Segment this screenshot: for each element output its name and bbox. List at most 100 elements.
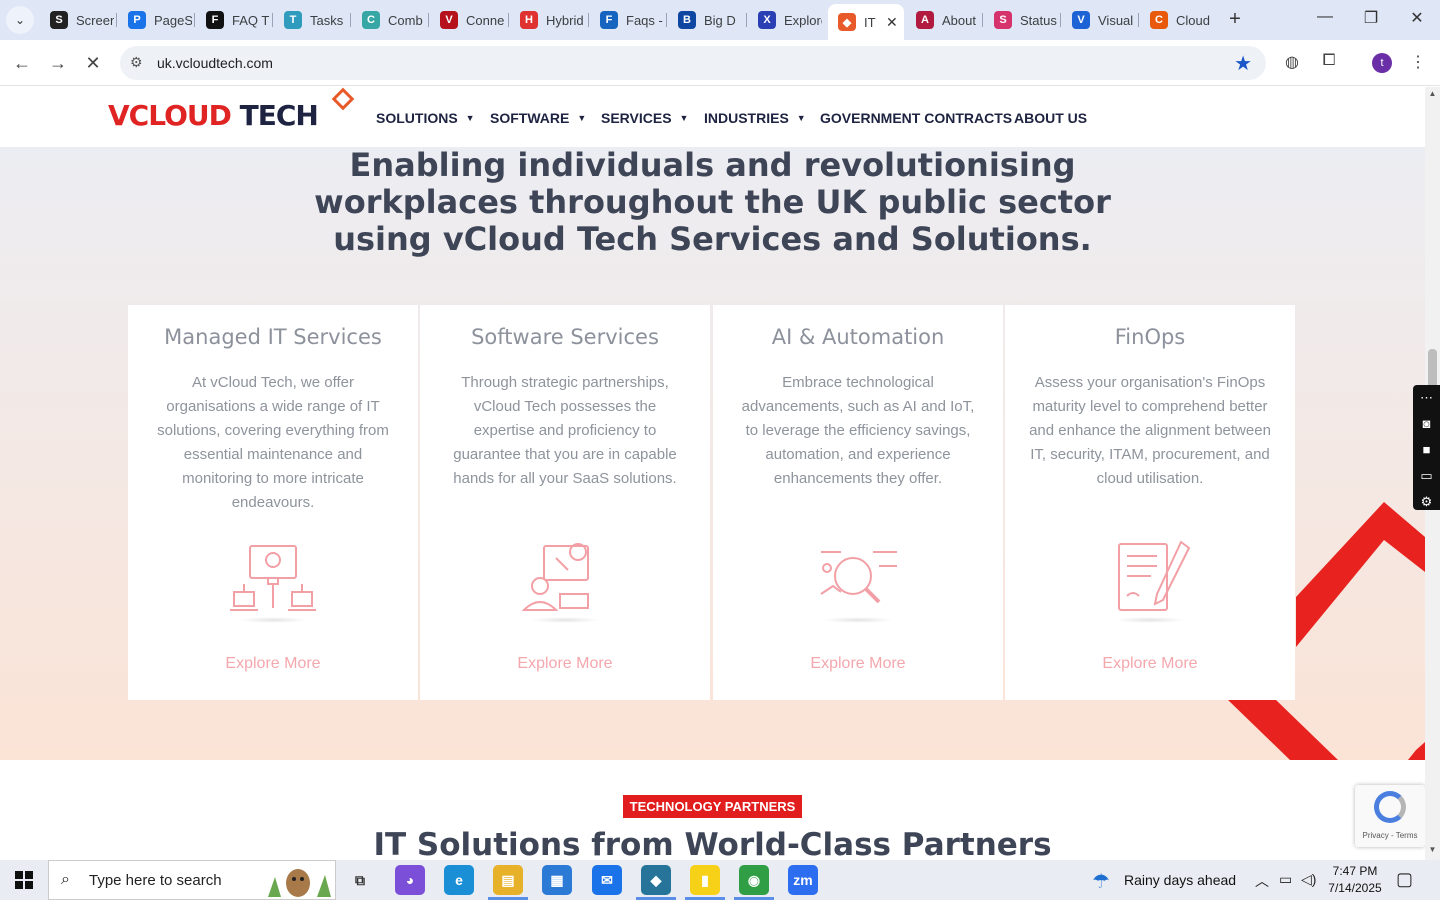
tab-search-chevron-icon[interactable]: ⌄ [6,6,34,34]
site-info-icon[interactable]: ⚙ [130,54,143,71]
browser-tab[interactable]: T Tasks [274,4,350,36]
tab-separator [982,13,983,27]
card-description: Embrace technological advancements, such… [741,374,975,487]
app-diamond-icon[interactable]: ◆ [641,865,671,895]
file-explorer-icon[interactable]: ▤ [493,865,523,895]
nav-item-government-contracts[interactable]: GOVERNMENT CONTRACTS [820,110,1012,126]
nav-item-about-us[interactable]: ABOUT US [1014,110,1087,126]
tab-separator [116,13,117,27]
browser-tab[interactable]: F FAQ T [196,4,272,36]
nav-item-industries[interactable]: INDUSTRIES ▼ [704,110,806,126]
browser-tab[interactable]: V Connect [430,4,506,36]
card-title: AI & Automation [771,325,945,349]
hero-section: Enabling individuals and revolutionising… [0,147,1425,760]
mail-icon[interactable]: ✉ [592,865,622,895]
menu-kebab-icon[interactable]: ⋮ [1407,52,1429,74]
card-icon-shadow [1115,617,1185,623]
explore-more-link[interactable]: Explore More [128,655,418,673]
tab-title: Explore [784,12,822,28]
tab-title: Connect [466,12,504,28]
browser-tab[interactable]: X Explore [748,4,824,36]
close-window-icon[interactable]: ✕ [1394,8,1440,28]
nav-item-label: GOVERNMENT CONTRACTS [820,110,1013,126]
task-view-icon[interactable]: ⧉ [345,865,375,895]
camera-icon[interactable]: ◙ [1413,411,1440,437]
edge-icon[interactable]: e [444,865,474,895]
browser-tab[interactable]: H Hybrid [510,4,586,36]
forward-arrow-icon[interactable]: → [45,50,71,76]
vcloud-tech-logo[interactable]: VCLOUD TECH [108,99,319,132]
browser-tab[interactable]: ◆ IT ✕ [828,4,904,40]
nav-item-services[interactable]: SERVICES ▼ [601,110,688,126]
card-title: Managed IT Services [164,325,382,349]
back-arrow-icon[interactable]: ← [9,50,35,76]
volume-icon[interactable]: ◁) [1301,871,1316,888]
explore-more-link[interactable]: Explore More [1005,655,1295,673]
taskbar-search-box[interactable]: ⌕ Type here to search [48,860,336,900]
scroll-down-arrow-icon[interactable]: ▼ [1425,845,1440,854]
tab-separator [746,13,747,27]
maximize-icon[interactable]: ❐ [1348,8,1394,28]
tab-title: Faqs - [626,12,663,28]
translate-globe-icon[interactable]: ◍ [1281,52,1303,74]
hybrid-icon: H [520,11,538,29]
weather-umbrella-icon[interactable]: ☂ [1092,869,1110,894]
new-tab-button[interactable]: + [1224,8,1246,31]
tab-title: Hybrid [546,12,584,28]
browser-tab-strip: ⌄ S Screen P PageSpeed F FAQ T T Tasks C Comb V Con… [0,0,1440,40]
browser-tab[interactable]: A About [906,4,982,36]
nav-item-software[interactable]: SOFTWARE ▼ [490,110,586,126]
copilot-icon[interactable]: ◕ [395,865,425,895]
settings-gear-icon[interactable]: ⚙ [1413,489,1440,515]
browser-tab[interactable]: F Faqs - [590,4,666,36]
extensions-puzzle-icon[interactable]: ⧠ [1318,52,1340,74]
sticky-notes-icon[interactable]: ▮ [690,865,720,895]
bookmark-star-icon[interactable]: ★ [1234,51,1252,76]
browser-tab[interactable]: S Status [984,4,1060,36]
nav-item-solutions[interactable]: SOLUTIONS ▼ [376,110,475,126]
address-bar[interactable]: ⚙ uk.vcloudtech.com ★ [120,46,1266,80]
explore-more-link[interactable]: Explore More [420,655,710,673]
nav-item-label: SERVICES [601,110,672,126]
browser-tab[interactable]: C Cloud [1140,4,1216,36]
tab-title: FAQ T [232,12,270,28]
chrome-icon[interactable]: ◉ [739,865,769,895]
nav-item-label: INDUSTRIES [704,110,789,126]
card-icon-shadow [823,617,893,623]
profile-avatar[interactable]: t [1372,53,1392,73]
dropdown-caret-icon: ▼ [577,113,587,123]
browser-tab[interactable]: P PageSpeed [118,4,194,36]
minimize-icon[interactable]: — [1302,8,1348,26]
browser-tab[interactable]: C Comb [352,4,428,36]
software-developer-icon [521,543,589,611]
zoom-icon[interactable]: zm [788,865,818,895]
visual-icon: V [1072,11,1090,29]
video-camera-icon[interactable]: ■ [1413,437,1440,463]
explore-more-link[interactable]: Explore More [713,655,1003,673]
scroll-up-arrow-icon[interactable]: ▲ [1425,89,1440,98]
site-header: VCLOUD TECH SOLUTIONS ▼ SOFTWARE ▼ SERVICES ▼… [0,87,1425,147]
browser-tab[interactable]: V Visual [1062,4,1138,36]
recaptcha-privacy-terms[interactable]: Privacy - Terms [1355,831,1425,840]
system-clock[interactable]: 7:47 PM 7/14/2025 [1326,863,1384,897]
screen-capture-toolbar: ⋯ ◙ ■ ▭ ⚙ [1413,385,1440,510]
browser-tab[interactable]: S Screen [40,4,116,36]
network-icon[interactable]: ▭ [1279,871,1292,888]
recaptcha-badge[interactable]: Privacy - Terms [1355,785,1425,847]
search-placeholder[interactable]: Type here to search [89,872,222,889]
weather-text[interactable]: Rainy days ahead [1124,872,1236,888]
windows-start-button[interactable] [0,860,48,900]
stop-loading-icon[interactable]: ✕ [80,50,106,76]
notifications-icon[interactable]: ▢ [1396,869,1413,890]
managed-it-network-icon [230,545,316,611]
show-hidden-icons-chevron-icon[interactable]: ︿ [1255,871,1269,891]
browser-tab[interactable]: B Big D [668,4,744,36]
link-icon[interactable]: ⋯ [1413,385,1440,411]
cloud-icon: C [1150,11,1168,29]
window-capture-icon[interactable]: ▭ [1413,463,1440,489]
microsoft-store-icon[interactable]: ▦ [542,865,572,895]
vcloud-favicon-icon: ◆ [838,13,856,31]
web-page: VCLOUD TECH SOLUTIONS ▼ SOFTWARE ▼ SERVICES ▼… [0,87,1425,860]
close-tab-icon[interactable]: ✕ [886,14,898,31]
url-text[interactable]: uk.vcloudtech.com [157,55,273,71]
